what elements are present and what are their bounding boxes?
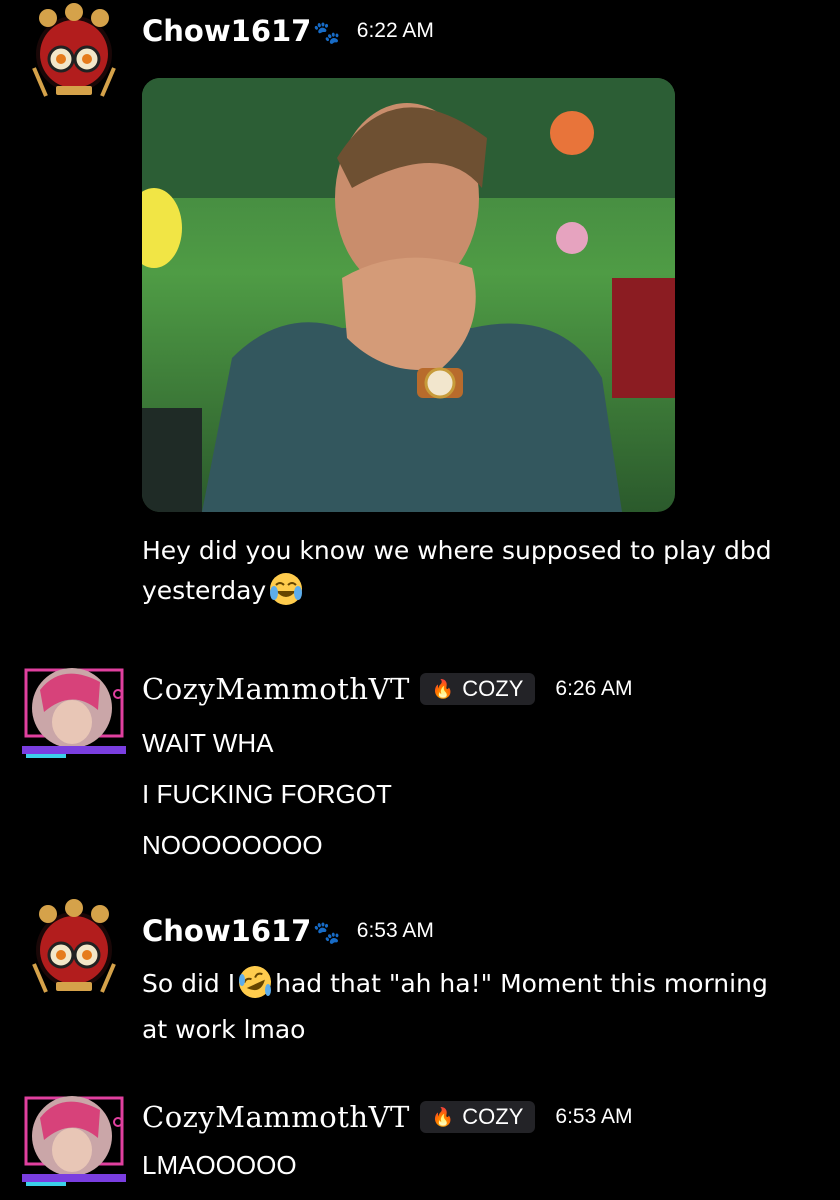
fire-icon: 🔥	[431, 678, 455, 699]
username[interactable]: CozyMammothVT	[142, 672, 410, 706]
fire-icon: 🔥	[431, 1106, 455, 1127]
message-header: CozyMammothVT 🔥 COZY 6:53 AM	[142, 1100, 632, 1134]
paw-prints-icon: 🐾	[313, 920, 341, 946]
gif-attachment[interactable]	[142, 78, 675, 512]
username[interactable]: Chow1617	[142, 14, 311, 48]
avatar-cozy[interactable]	[22, 1088, 126, 1192]
timestamp[interactable]: 6:22 AM	[357, 19, 434, 43]
timestamp[interactable]: 6:53 AM	[357, 919, 434, 943]
message-line: NOOOOOOOO	[142, 830, 323, 860]
timestamp[interactable]: 6:26 AM	[555, 677, 632, 701]
guild-tag[interactable]: 🔥 COZY	[419, 1101, 536, 1133]
avatar-chow[interactable]	[22, 2, 126, 106]
message-line: I FUCKING FORGOT	[142, 779, 392, 809]
message-body: WAIT WHA I FUCKING FORGOT NOOOOOOOO	[142, 718, 822, 871]
message-text: had that "ah ha!" Moment this morning	[275, 969, 768, 998]
message-header: Chow1617 🐾 6:53 AM	[142, 914, 434, 948]
message-line: at work lmao	[142, 1015, 306, 1044]
message-line-with-emoji: yesterday	[142, 571, 822, 611]
message-line: Hey did you know we where supposed to pl…	[142, 536, 772, 565]
joy-emoji	[268, 571, 304, 607]
tag-label: COZY	[462, 676, 524, 701]
tag-label: COZY	[462, 1104, 524, 1129]
message-text: yesterday	[142, 576, 267, 605]
message-line-with-emoji: So did I had that "ah ha!" Moment this mo…	[142, 961, 822, 1007]
message-text: So did I	[142, 969, 236, 998]
username[interactable]: CozyMammothVT	[142, 1100, 410, 1134]
paw-prints-icon: 🐾	[313, 20, 341, 46]
avatar-chow[interactable]	[22, 898, 126, 1002]
message-line: WAIT WHA	[142, 728, 274, 758]
message-body: LMAOOOOO	[142, 1142, 822, 1188]
message-header: CozyMammothVT 🔥 COZY 6:26 AM	[142, 672, 632, 706]
username[interactable]: Chow1617	[142, 914, 311, 948]
message-line: LMAOOOOO	[142, 1150, 297, 1180]
message-header: Chow1617 🐾 6:22 AM	[142, 14, 434, 48]
avatar-cozy[interactable]	[22, 660, 126, 764]
message-body: So did I had that "ah ha!" Moment this mo…	[142, 961, 822, 1053]
guild-tag[interactable]: 🔥 COZY	[419, 673, 536, 705]
timestamp[interactable]: 6:53 AM	[555, 1105, 632, 1129]
rofl-emoji	[237, 964, 273, 1000]
message-body: Hey did you know we where supposed to pl…	[142, 531, 822, 611]
